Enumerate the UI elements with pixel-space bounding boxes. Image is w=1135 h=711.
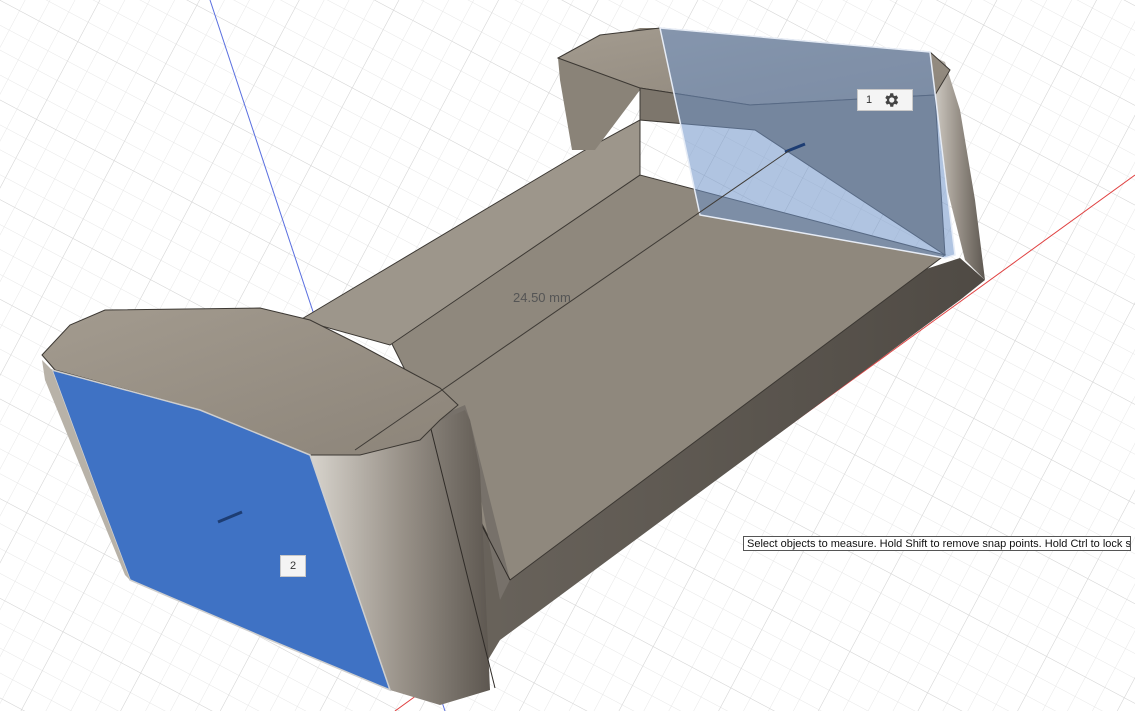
selection-1-number: 1	[866, 94, 873, 106]
status-tooltip: Select objects to measure. Hold Shift to…	[743, 536, 1131, 551]
3d-viewport[interactable]	[0, 0, 1135, 711]
selection-marker-2[interactable]: 2	[280, 555, 306, 577]
selection-marker-1[interactable]: 1	[857, 89, 913, 111]
measurement-label: 24.50 mm	[513, 290, 571, 305]
selection-2-number: 2	[289, 560, 297, 572]
gear-icon[interactable]	[882, 91, 900, 109]
